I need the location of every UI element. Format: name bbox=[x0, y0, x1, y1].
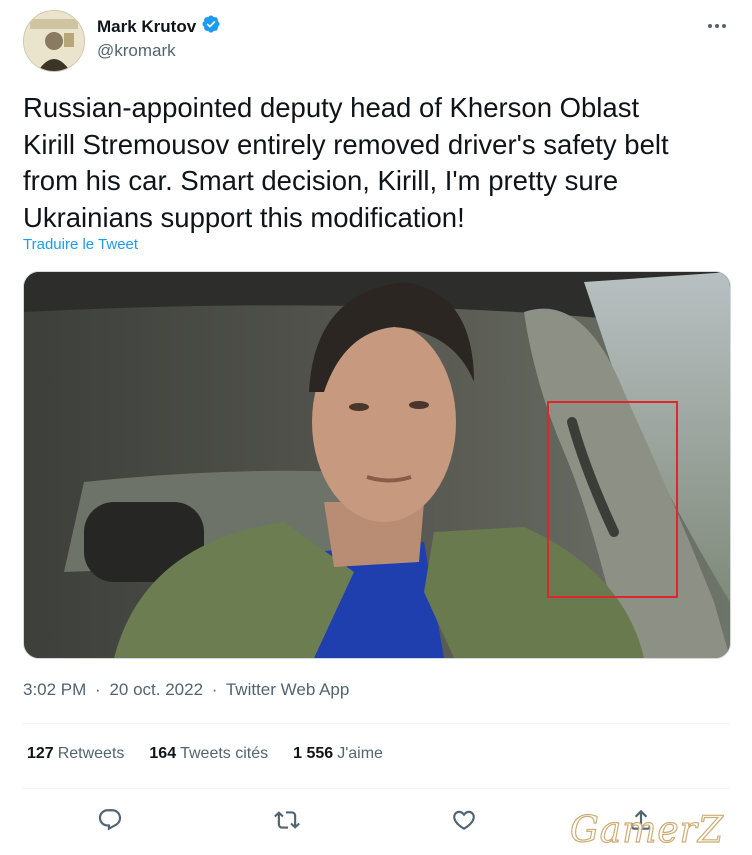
tweet-text: Russian-appointed deputy head of Kherson… bbox=[23, 92, 669, 233]
avatar-image bbox=[24, 11, 84, 71]
quotes-count: 164 bbox=[149, 745, 177, 762]
retweet-icon bbox=[274, 811, 300, 829]
author-handle[interactable]: @kromark bbox=[97, 41, 176, 61]
tweet-media[interactable] bbox=[23, 271, 731, 659]
likes-label: J'aime bbox=[337, 745, 383, 762]
meta-separator: · bbox=[95, 680, 101, 699]
reply-icon bbox=[98, 809, 122, 831]
meta-separator-2: · bbox=[211, 680, 218, 699]
author-name[interactable]: Mark Krutov bbox=[97, 17, 196, 37]
video-frame-image bbox=[24, 272, 730, 658]
like-button[interactable] bbox=[450, 806, 478, 834]
likes-stat[interactable]: 1 556 J'aime bbox=[293, 745, 383, 763]
more-dots-icon bbox=[708, 24, 726, 28]
likes-count: 1 556 bbox=[293, 745, 334, 762]
tweet-meta: 3:02 PM · 20 oct. 2022 · Twitter Web App bbox=[23, 680, 353, 700]
verified-badge-icon bbox=[201, 14, 221, 39]
heart-icon bbox=[453, 810, 475, 830]
reply-button[interactable] bbox=[96, 806, 124, 834]
retweet-button[interactable] bbox=[273, 806, 301, 834]
tweet-date[interactable]: 20 oct. 2022 bbox=[109, 680, 203, 699]
tweet-time[interactable]: 3:02 PM bbox=[23, 680, 86, 699]
translate-tweet-link[interactable]: Traduire le Tweet bbox=[23, 236, 138, 253]
retweets-count: 127 bbox=[27, 745, 54, 762]
retweets-label: Retweets bbox=[57, 745, 125, 762]
quotes-stat[interactable]: 164 Tweets cités bbox=[149, 745, 268, 763]
tweet-stats: 127 Retweets 164 Tweets cités 1 556 J'aime bbox=[27, 745, 383, 763]
retweets-stat[interactable]: 127 Retweets bbox=[27, 745, 124, 763]
divider-bottom bbox=[23, 788, 729, 789]
watermark-logo: GamerZ bbox=[569, 809, 724, 851]
divider-top bbox=[23, 723, 729, 724]
tweet-source[interactable]: Twitter Web App bbox=[226, 680, 349, 699]
author-name-row[interactable]: Mark Krutov bbox=[97, 14, 221, 39]
quotes-label: Tweets cités bbox=[180, 745, 269, 762]
more-options-button[interactable] bbox=[706, 16, 728, 36]
avatar[interactable] bbox=[23, 10, 85, 72]
